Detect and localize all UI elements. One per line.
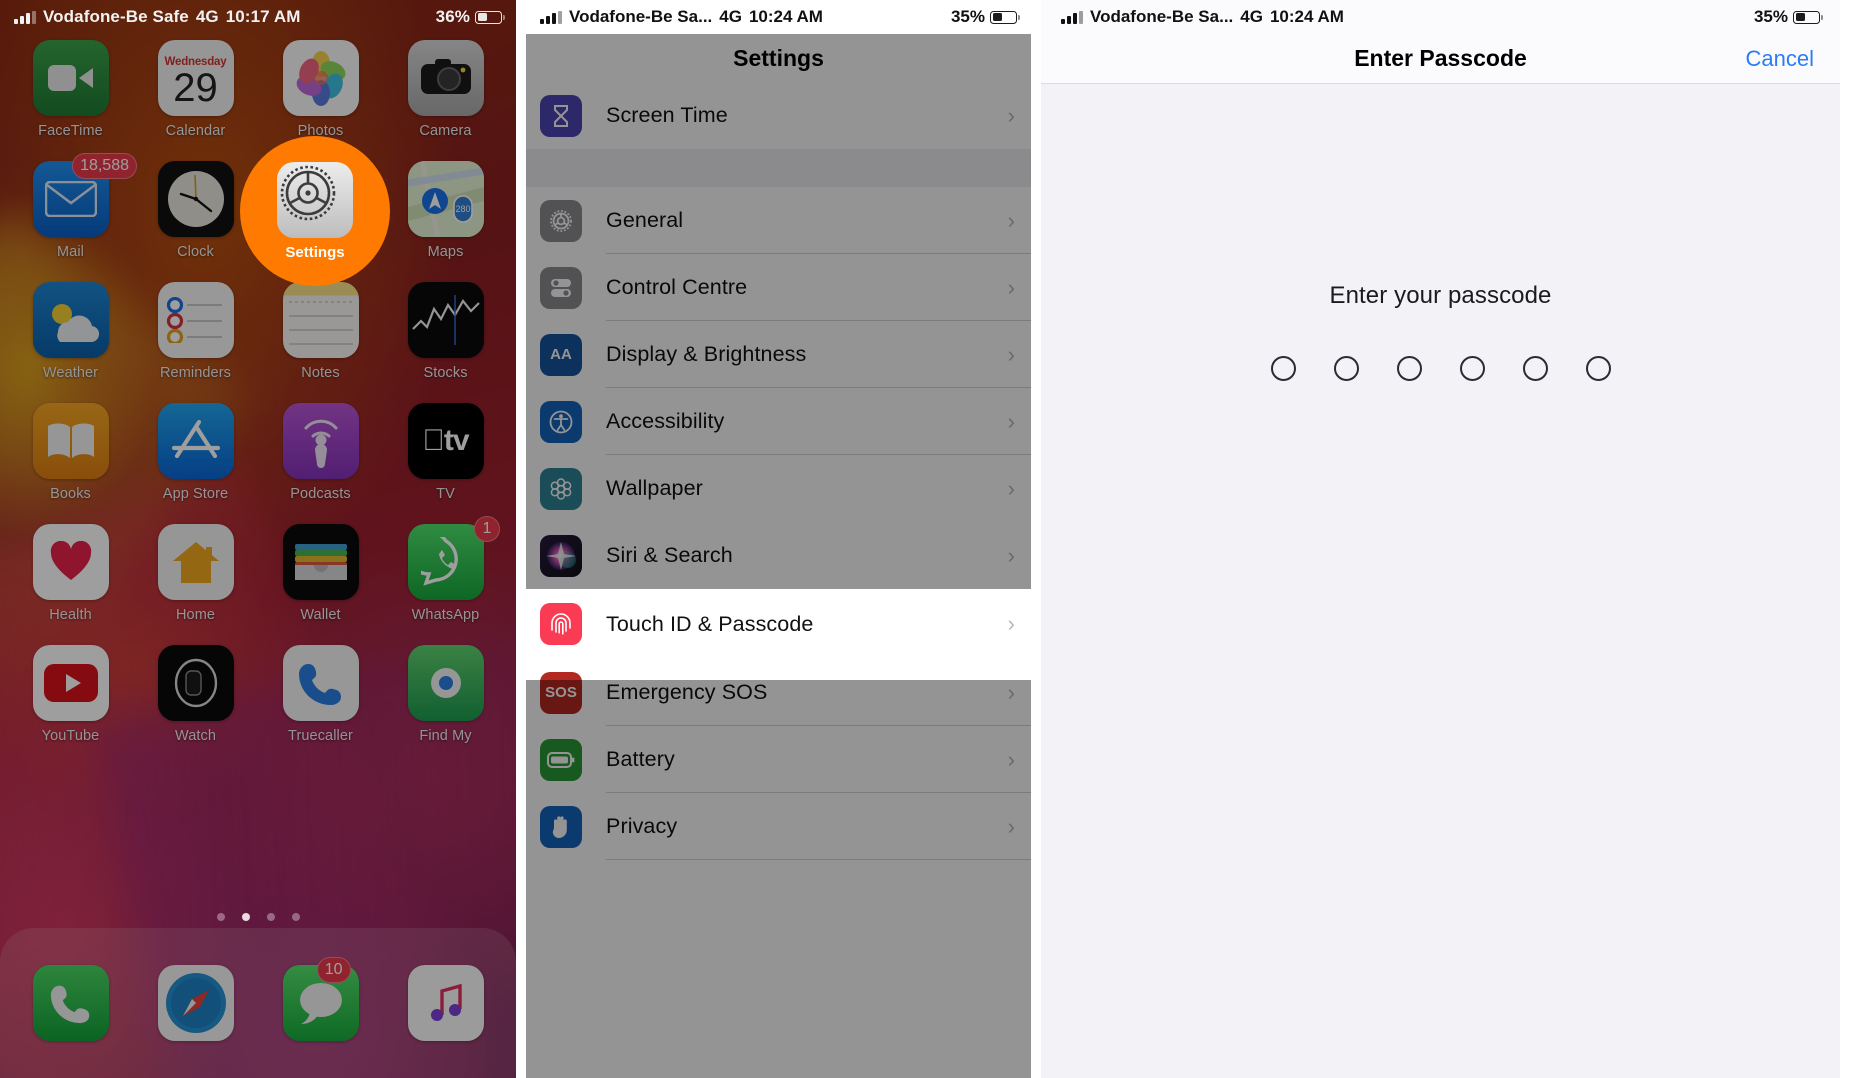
passcode-dot[interactable] <box>1396 356 1422 381</box>
settings-icon <box>277 161 353 238</box>
chevron-right-icon: › <box>1007 746 1015 772</box>
status-bar-home: Vodafone-Be Safe 4G 10:17 AM 36% <box>0 0 516 34</box>
battery-percent: 35% <box>1753 7 1788 26</box>
passcode-dots[interactable] <box>1270 356 1611 381</box>
page-dot[interactable] <box>291 913 300 921</box>
carrier-name: Vodafone-Be Sa... <box>569 7 713 26</box>
passcode-dot[interactable] <box>1270 356 1296 381</box>
settings-row-control-centre[interactable]: Control Centre › <box>526 254 1031 321</box>
settings-row-label: Battery <box>606 747 675 771</box>
signal-bars-icon <box>540 10 562 24</box>
battery-percent: 36% <box>435 7 470 26</box>
settings-row-emergency-sos[interactable]: SOS Emergency SOS › <box>526 659 1031 726</box>
hand-icon <box>540 805 582 848</box>
chevron-right-icon: › <box>1007 102 1015 128</box>
battery-icon <box>475 10 506 24</box>
battery-icon <box>990 10 1021 24</box>
battery-icon <box>540 738 582 781</box>
page-dot[interactable] <box>266 913 275 921</box>
settings-row-label: Siri & Search <box>606 543 733 567</box>
settings-row-general[interactable]: General › <box>526 187 1031 254</box>
enter-passcode-screen: Vodafone-Be Sa... 4G 10:24 AM 35% Enter … <box>1041 0 1840 1078</box>
settings-row-label: Accessibility <box>606 409 725 433</box>
settings-row-privacy[interactable]: Privacy › <box>526 793 1031 860</box>
signal-bars-icon <box>1061 10 1083 24</box>
settings-row-screen-time[interactable]: Screen Time › <box>526 82 1031 149</box>
iphone-home-screen: Vodafone-Be Safe 4G 10:17 AM 36% FaceTim… <box>0 0 516 1078</box>
settings-row-label: Privacy <box>606 814 678 838</box>
status-bar-settings: Vodafone-Be Sa... 4G 10:24 AM 35% <box>526 0 1031 34</box>
page-dot[interactable] <box>216 913 225 921</box>
hourglass-icon <box>540 94 582 137</box>
network-type: 4G <box>719 7 742 26</box>
settings-row-label: General <box>606 208 684 232</box>
app-label: Settings <box>285 243 345 261</box>
passcode-dot[interactable] <box>1585 356 1611 381</box>
settings-row-touch-id-passcode[interactable]: Touch ID & Passcode › <box>526 589 1031 659</box>
page-title: Settings <box>526 34 1031 82</box>
settings-row-label: Wallpaper <box>606 476 703 500</box>
settings-list: Screen Time › General › Control Centre › <box>526 82 1031 860</box>
siri-icon <box>540 534 582 577</box>
chevron-right-icon: › <box>1007 611 1015 636</box>
three-panel-screenshot: Vodafone-Be Safe 4G 10:17 AM 36% FaceTim… <box>0 0 1850 1078</box>
passcode-navigation-bar: Enter Passcode Cancel <box>1041 34 1840 84</box>
settings-section-gap <box>526 149 1031 187</box>
settings-row-label: Display & Brightness <box>606 342 807 366</box>
clock-time: 10:17 AM <box>225 7 301 26</box>
settings-screen: Vodafone-Be Sa... 4G 10:24 AM 35% Settin… <box>516 0 1041 1078</box>
page-indicator[interactable] <box>0 913 516 921</box>
settings-row-wallpaper[interactable]: Wallpaper › <box>526 455 1031 522</box>
chevron-right-icon: › <box>1007 341 1015 367</box>
chevron-right-icon: › <box>1007 207 1015 233</box>
chevron-right-icon: › <box>1007 679 1015 705</box>
accessibility-icon <box>540 400 582 443</box>
aa-icon: AA <box>540 333 582 376</box>
passcode-dot[interactable] <box>1333 356 1359 381</box>
signal-bars-icon <box>14 10 36 24</box>
clock-time: 10:24 AM <box>1269 7 1344 26</box>
carrier-name: Vodafone-Be Sa... <box>1090 7 1234 26</box>
page-title: Enter Passcode <box>1354 45 1527 71</box>
sos-icon: SOS <box>540 671 582 714</box>
settings-row-siri-search[interactable]: Siri & Search › <box>526 522 1031 589</box>
carrier-name: Vodafone-Be Safe <box>43 7 189 26</box>
passcode-dot[interactable] <box>1522 356 1548 381</box>
passcode-body: Enter your passcode <box>1041 84 1840 1078</box>
network-type: 4G <box>195 7 219 26</box>
flower-icon <box>540 467 582 510</box>
page-dot-active[interactable] <box>241 913 250 921</box>
settings-row-label: Touch ID & Passcode <box>606 611 814 636</box>
settings-row-battery[interactable]: Battery › <box>526 726 1031 793</box>
toggles-icon <box>540 266 582 309</box>
gear-icon <box>540 199 582 242</box>
passcode-prompt: Enter your passcode <box>1329 282 1552 309</box>
fingerprint-icon <box>540 603 582 645</box>
settings-row-display-brightness[interactable]: AA Display & Brightness › <box>526 321 1031 388</box>
chevron-right-icon: › <box>1007 813 1015 839</box>
settings-row-label: Control Centre <box>606 275 748 299</box>
battery-percent: 35% <box>950 7 985 26</box>
settings-row-accessibility[interactable]: Accessibility › <box>526 388 1031 455</box>
passcode-dot[interactable] <box>1459 356 1485 381</box>
chevron-right-icon: › <box>1007 475 1015 501</box>
chevron-right-icon: › <box>1007 408 1015 434</box>
network-type: 4G <box>1240 7 1263 26</box>
settings-row-label: Emergency SOS <box>606 680 768 704</box>
chevron-right-icon: › <box>1007 274 1015 300</box>
settings-row-label: Screen Time <box>606 103 728 127</box>
battery-icon <box>1793 10 1824 24</box>
app-icon-settings[interactable]: Settings <box>240 136 390 286</box>
chevron-right-icon: › <box>1007 542 1015 568</box>
clock-time: 10:24 AM <box>748 7 823 26</box>
status-bar-passcode: Vodafone-Be Sa... 4G 10:24 AM 35% <box>1041 0 1840 34</box>
